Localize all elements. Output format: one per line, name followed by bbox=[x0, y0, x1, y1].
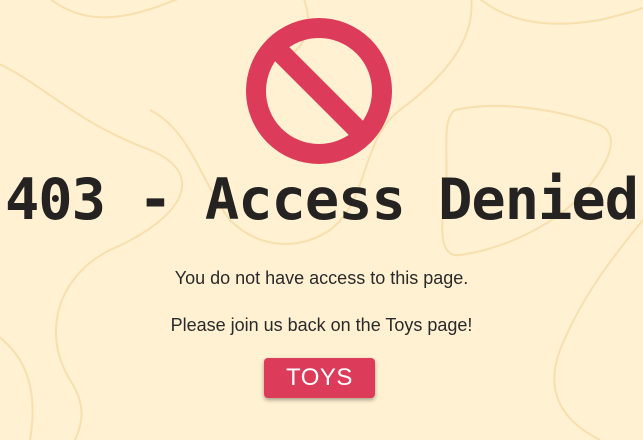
access-denied-page: 403 - Access Denied You do not have acce… bbox=[0, 0, 643, 440]
forbidden-icon bbox=[246, 18, 392, 164]
redirect-message: Please join us back on the Toys page! bbox=[170, 315, 473, 335]
page-title: 403 - Access Denied bbox=[4, 167, 639, 233]
access-message: You do not have access to this page. bbox=[174, 268, 469, 288]
toys-button[interactable]: TOYS bbox=[264, 358, 375, 398]
